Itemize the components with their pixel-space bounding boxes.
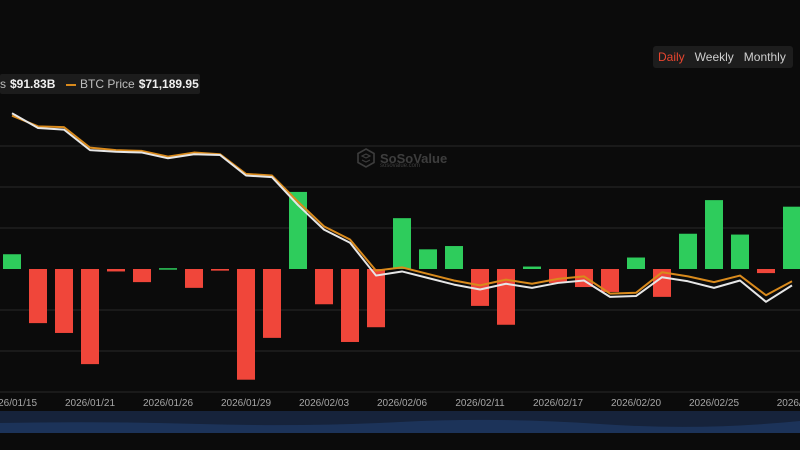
x-tick-label: 2026/02/03 [299, 398, 349, 409]
x-tick-label: 2026/01/21 [65, 398, 115, 409]
bar [497, 269, 515, 325]
bar [523, 266, 541, 269]
x-tick-label: 2026/02/25 [689, 398, 739, 409]
navigator-series [0, 419, 800, 433]
bar [107, 269, 125, 272]
bar [185, 269, 203, 288]
bar [133, 269, 151, 283]
tab-weekly[interactable]: Weekly [690, 46, 739, 68]
tab-monthly[interactable]: Monthly [739, 46, 791, 68]
x-tick-label: 2026/01/29 [221, 398, 271, 409]
x-tick-label: 2026/02/20 [611, 398, 661, 409]
sosovalue-logo-icon [357, 148, 375, 168]
x-tick-label: 2026/0 [777, 398, 800, 409]
bar [393, 218, 411, 269]
bar [237, 269, 255, 380]
bar [263, 269, 281, 338]
x-tick-label: 2026/01/15 [0, 398, 37, 409]
bar [731, 234, 749, 269]
bar [55, 269, 73, 333]
legend-btc-swatch [66, 84, 76, 86]
range-navigator[interactable] [0, 411, 800, 433]
legend-total-value: $91.83B [10, 77, 56, 91]
x-tick-label: 2026/02/11 [455, 398, 505, 409]
bar [627, 257, 645, 269]
legend-btc-label: BTC Price [80, 77, 135, 91]
bar [341, 269, 359, 342]
x-tick-label: 2026/02/06 [377, 398, 427, 409]
legend-total-label: s [0, 77, 6, 91]
tab-daily[interactable]: Daily [653, 46, 690, 68]
bar [29, 269, 47, 324]
x-tick-label: 2026/02/17 [533, 398, 583, 409]
bar [445, 246, 463, 269]
bar [419, 249, 437, 269]
legend-item-total: s $91.83B [0, 74, 55, 94]
btc-price-line [11, 114, 793, 297]
x-tick-label: 2026/01/26 [143, 398, 193, 409]
bar [757, 269, 775, 274]
bar [159, 268, 177, 270]
bar [679, 233, 697, 269]
bar [81, 269, 99, 365]
bar [289, 191, 307, 269]
bar [367, 269, 385, 328]
bar [315, 269, 333, 305]
watermark: SoSoValue sosovalue.com [356, 148, 447, 169]
legend-btc-value: $71,189.95 [138, 77, 199, 91]
bar [705, 200, 723, 269]
legend-item-btc: BTC Price $71,189.95 [80, 74, 199, 94]
chart-legend: s $91.83B BTC Price $71,189.95 [0, 74, 200, 94]
bar [3, 254, 21, 269]
bar [783, 206, 800, 269]
watermark-subtext: sosovalue.com [380, 163, 421, 169]
bar [211, 269, 229, 271]
range-tab-group: Daily Weekly Monthly [653, 46, 793, 68]
